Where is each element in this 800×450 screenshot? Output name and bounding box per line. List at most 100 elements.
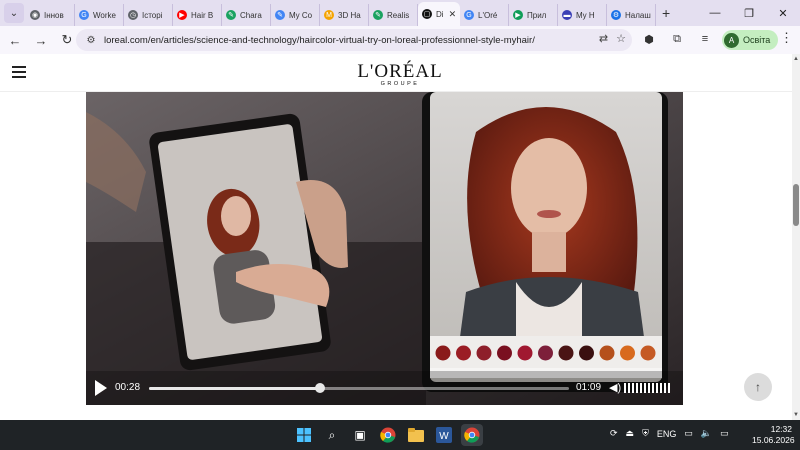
hair-color-swatch	[456, 345, 471, 361]
video-frame	[86, 92, 683, 405]
close-tab-icon[interactable]: ✕	[449, 9, 457, 20]
display-icon[interactable]: ▭	[684, 428, 693, 439]
bookmark-star-icon[interactable]: ☆	[616, 32, 626, 45]
tab-label: Di	[436, 9, 444, 19]
translate-icon[interactable]: ⇄	[599, 32, 608, 45]
new-tab-button[interactable]: +	[662, 5, 670, 21]
browser-tab[interactable]: M 3D Ha	[320, 4, 369, 26]
taskbar: ⌕ ▣ W ⟳ ⏏ ⛨ ENG ▭ 🔈 ▭ 12:32 15.06.2026	[0, 420, 800, 450]
seek-bar[interactable]	[149, 383, 569, 393]
task-view-icon[interactable]: ▣	[349, 424, 371, 446]
browser-tab[interactable]: ⚙ Налаш	[607, 4, 656, 26]
tab-label: Прил	[527, 10, 547, 20]
hair-color-swatch	[640, 345, 656, 361]
tab-label: Історі	[142, 10, 163, 20]
play-button[interactable]	[95, 380, 107, 396]
browser-tab[interactable]: ✎ Realis	[369, 4, 418, 26]
reading-list-icon[interactable]: ≡	[696, 30, 714, 48]
current-time: 00:28	[115, 382, 141, 393]
sync-icon[interactable]: ⟳	[610, 428, 618, 439]
volume-level-bar	[664, 383, 666, 393]
minimize-button[interactable]: —	[698, 0, 732, 26]
page-scrollbar[interactable]: ▲ ▼	[792, 54, 800, 420]
volume-level-bar	[644, 383, 646, 393]
volume-slider[interactable]	[624, 383, 672, 393]
scrollbar-thumb[interactable]	[793, 184, 799, 226]
hair-color-swatch	[538, 345, 553, 361]
loreal-logo[interactable]: L'ORÉAL GROUPE	[357, 62, 443, 87]
clock[interactable]: 12:32 15.06.2026	[752, 424, 795, 446]
browser-tab[interactable]: ◉ Іннов	[26, 4, 75, 26]
tab-favicon-icon: ▶	[177, 10, 187, 20]
video-controls: 00:28 01:09 ◀)	[86, 371, 683, 405]
search-icon[interactable]: ⌕	[321, 424, 343, 446]
browser-tab[interactable]: ✎ Chara	[222, 4, 271, 26]
back-button[interactable]: ←	[4, 29, 26, 51]
site-info-icon[interactable]: ⚙	[82, 35, 100, 46]
arrow-up-icon: ↑	[755, 380, 761, 394]
tab-label: My H	[576, 10, 595, 20]
tab-favicon-icon: ✎	[275, 10, 285, 20]
profile-button[interactable]: A Освіта	[722, 30, 779, 50]
seek-bar-fill	[149, 387, 320, 390]
menu-icon[interactable]	[12, 66, 26, 78]
hair-color-swatch	[558, 345, 574, 361]
defender-icon[interactable]: ⛨	[642, 428, 649, 439]
browser-tab[interactable]: ▶ Прил	[509, 4, 558, 26]
forward-button[interactable]: →	[30, 29, 52, 51]
extensions-puzzle-icon[interactable]: ⧉	[668, 30, 686, 48]
maximize-button[interactable]: ❐	[732, 0, 766, 26]
extension-icon[interactable]: ⬢	[640, 30, 658, 48]
browser-tab[interactable]: ▶ Hair B	[173, 4, 222, 26]
usb-icon[interactable]: ⏏	[626, 428, 635, 439]
video-player[interactable]: 00:28 01:09 ◀)	[86, 92, 683, 405]
page-content: L'ORÉAL GROUPE 00:28 01:09 ◀) ↑	[0, 54, 792, 420]
reload-button[interactable]: ↻	[56, 29, 78, 51]
tab-label: Іннов	[44, 10, 64, 20]
system-tray: ⟳ ⏏ ⛨ ENG ▭ 🔈 ▭	[610, 428, 729, 439]
language-indicator[interactable]: ENG	[657, 429, 677, 439]
tab-favicon-icon: M	[324, 10, 334, 20]
chrome-icon[interactable]	[377, 424, 399, 446]
browser-tab[interactable]: G L'Oré	[460, 4, 509, 26]
volume-tray-icon[interactable]: 🔈	[701, 428, 712, 439]
tab-search-button[interactable]: ⌄	[4, 3, 24, 23]
volume-level-bar	[648, 383, 650, 393]
volume-level-bar	[656, 383, 658, 393]
profile-label: Освіта	[743, 35, 771, 45]
scroll-down-arrow-icon[interactable]: ▼	[793, 412, 799, 418]
tab-favicon-icon: ✎	[226, 10, 236, 20]
address-bar[interactable]: ⚙ loreal.com/en/articles/science-and-tec…	[76, 29, 632, 51]
tab-favicon-icon: G	[464, 10, 474, 20]
tab-favicon-icon: ◉	[30, 10, 40, 20]
tab-label: Worke	[93, 10, 116, 20]
site-header: L'ORÉAL GROUPE	[0, 54, 792, 92]
back-to-top-button[interactable]: ↑	[744, 373, 772, 401]
chrome-active-icon[interactable]	[461, 424, 483, 446]
volume-level-bar	[636, 383, 638, 393]
tab-label: L'Oré	[478, 10, 498, 20]
browser-tab[interactable]: G Worke	[75, 4, 124, 26]
tab-favicon-icon: ⚙	[611, 10, 621, 20]
browser-tab[interactable]: ✎ My Co	[271, 4, 320, 26]
browser-toolbar: ← → ↻ ⚙ loreal.com/en/articles/science-a…	[0, 26, 800, 54]
browser-tab[interactable]: ▢ Di ✕	[418, 2, 460, 26]
tab-favicon-icon: G	[79, 10, 89, 20]
close-window-button[interactable]: ✕	[766, 0, 800, 26]
volume-icon[interactable]: ◀)	[609, 381, 621, 394]
tab-label: 3D Ha	[338, 10, 361, 20]
battery-icon[interactable]: ▭	[720, 428, 729, 439]
start-button[interactable]	[293, 424, 315, 446]
tab-list: ◉ Іннов G Worke ◷ Історі ▶ Hair B ✎ Chara ✎ My Co M 3…	[26, 0, 656, 26]
scroll-up-arrow-icon[interactable]: ▲	[793, 56, 799, 62]
word-icon[interactable]: W	[433, 424, 455, 446]
more-menu-icon[interactable]: ⋮	[780, 30, 793, 46]
volume-level-bar	[624, 383, 626, 393]
hair-color-swatch	[579, 345, 594, 361]
volume-level-bar	[632, 383, 634, 393]
browser-tab[interactable]: ◷ Історі	[124, 4, 173, 26]
tab-favicon-icon: ▶	[513, 10, 523, 20]
seek-handle[interactable]	[314, 383, 325, 393]
file-explorer-icon[interactable]	[405, 424, 427, 446]
browser-tab[interactable]: ▬ My H	[558, 4, 607, 26]
